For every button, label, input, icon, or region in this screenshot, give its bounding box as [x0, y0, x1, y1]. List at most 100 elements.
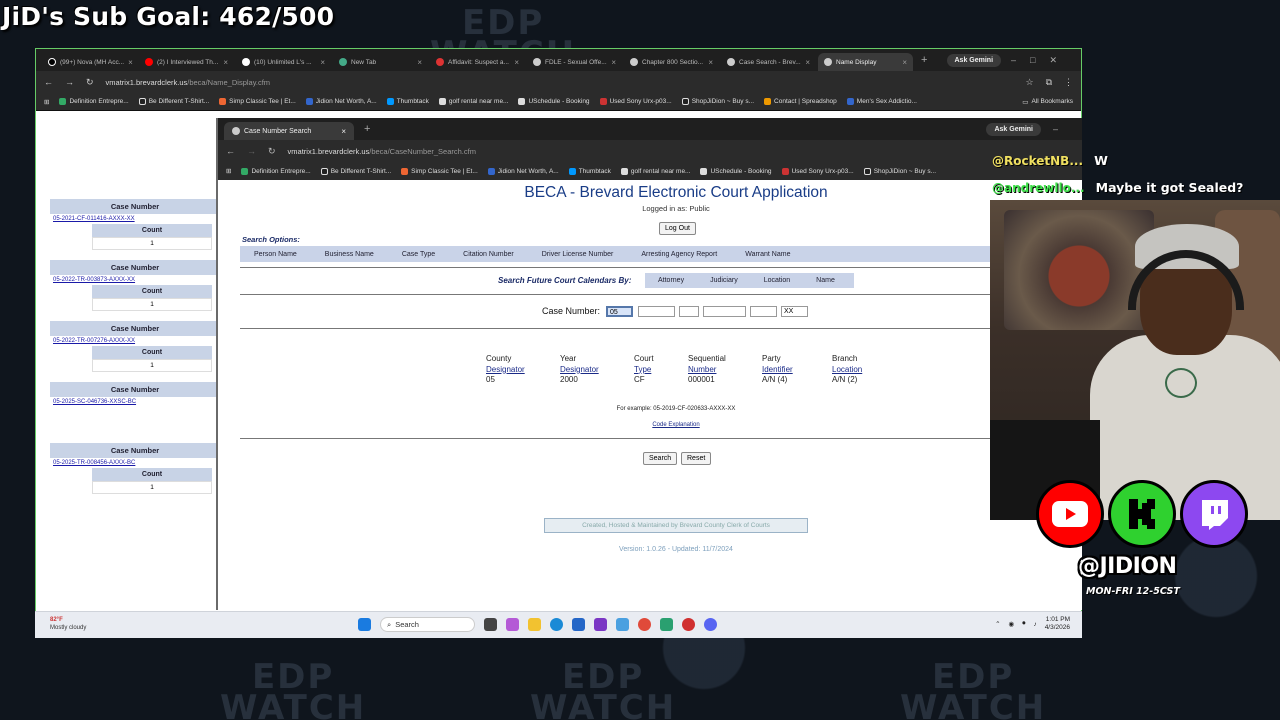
tab[interactable]: Chapter 800 Sectio... × [624, 53, 719, 71]
future-option-attorney[interactable]: Attorney [645, 277, 697, 284]
option-business-name[interactable]: Business Name [311, 251, 388, 258]
sequence-input[interactable] [703, 306, 746, 317]
windows-start-icon[interactable] [358, 618, 371, 631]
search-button[interactable]: Search [643, 452, 678, 465]
option-person-name[interactable]: Person Name [240, 251, 311, 258]
clock[interactable]: 1:01 PM 4/3/2026 [1045, 616, 1070, 632]
edge-icon[interactable] [550, 618, 563, 631]
bookmark[interactable]: USchedule - Booking [518, 98, 590, 105]
app-icon[interactable] [616, 618, 629, 631]
apps-icon[interactable]: ⊞ [44, 98, 49, 106]
close-icon[interactable]: × [902, 58, 907, 67]
reload-icon[interactable]: ↻ [86, 77, 94, 88]
app-icon[interactable] [682, 618, 695, 631]
court-type-input[interactable] [679, 306, 699, 317]
close-icon[interactable]: × [417, 58, 422, 67]
close-icon[interactable]: × [805, 58, 810, 67]
case-link[interactable]: 05-2025-TR-008456-AXXX-BC [50, 458, 220, 468]
option-citation-number[interactable]: Citation Number [449, 251, 528, 258]
extensions-icon[interactable]: ⧉ [1046, 77, 1052, 88]
case-link[interactable]: 05-2021-CF-011416-AXXX-XX [50, 214, 220, 224]
tab[interactable]: (99+) Nova (MH Acc... × [42, 53, 137, 71]
star-icon[interactable]: ☆ [1025, 77, 1033, 88]
close-icon[interactable]: × [708, 58, 713, 67]
network-icon[interactable]: ◉ [1009, 620, 1015, 628]
year-input[interactable] [638, 306, 675, 317]
window-controls[interactable]: – [1053, 124, 1072, 134]
tab[interactable]: New Tab × [333, 53, 428, 71]
tab-active[interactable]: Name Display × [818, 53, 913, 71]
county-input[interactable]: 05 [606, 306, 633, 317]
url-field[interactable]: vmatrix1.brevardclerk.us/beca/Name_Displ… [106, 78, 1014, 87]
bookmark[interactable]: Contact | Spreadshop [764, 98, 837, 105]
bookmark[interactable]: Simp Classic Tee | Et... [401, 167, 478, 175]
copilot-icon[interactable] [506, 618, 519, 631]
task-view-icon[interactable] [484, 618, 497, 631]
new-tab-button[interactable]: + [921, 54, 927, 66]
close-icon[interactable]: × [320, 58, 325, 67]
url-field[interactable]: vmatrix1.brevardclerk.us/beca/CaseNumber… [288, 147, 1074, 156]
close-icon[interactable]: × [128, 58, 133, 67]
bookmark[interactable]: Definition Entrepre... [241, 167, 311, 175]
bookmark[interactable]: Used Sony Urx-p03... [781, 167, 854, 175]
future-option-location[interactable]: Location [751, 277, 803, 284]
mic-icon[interactable]: ⏺ [1022, 620, 1025, 628]
taskbar-search[interactable]: ⌕ Search [380, 617, 475, 632]
bookmark[interactable]: golf rental near me... [620, 167, 690, 175]
bookmark[interactable]: Be Different T-Shirt... [320, 167, 391, 175]
tab[interactable]: (2) I Interviewed Th... × [139, 53, 234, 71]
bookmark[interactable]: ShopJiDion ~ Buy s... [681, 98, 754, 105]
tab-active[interactable]: Case Number Search × [224, 122, 354, 140]
close-icon[interactable]: × [223, 58, 228, 67]
case-link[interactable]: 05-2022-TR-007276-AXXX-XX [50, 336, 220, 346]
bookmark[interactable]: Be Different T-Shirt... [138, 98, 209, 105]
bookmark[interactable]: Jidion Net Worth, A... [305, 98, 377, 105]
window-controls[interactable]: –□✕ [1011, 55, 1071, 66]
chrome-icon[interactable] [638, 618, 651, 631]
close-icon[interactable]: × [514, 58, 519, 67]
back-arrow-icon[interactable]: ← [44, 77, 53, 87]
tab[interactable]: Affidavit: Suspect a... × [430, 53, 525, 71]
forward-arrow-icon[interactable]: → [247, 146, 256, 156]
tab[interactable]: FDLE - Sexual Offe... × [527, 53, 622, 71]
close-icon[interactable]: × [341, 127, 346, 136]
menu-icon[interactable]: ⋮ [1064, 77, 1073, 88]
app-icon[interactable] [594, 618, 607, 631]
forward-arrow-icon[interactable]: → [65, 77, 74, 87]
apps-icon[interactable]: ⊞ [226, 167, 231, 175]
case-link[interactable]: 05-2022-TR-003873-AXXX-XX [50, 275, 220, 285]
bookmark[interactable]: USchedule - Booking [700, 167, 772, 175]
all-bookmarks[interactable]: ▭ All Bookmarks [1022, 98, 1073, 106]
discord-icon[interactable] [704, 618, 717, 631]
file-explorer-icon[interactable] [528, 618, 541, 631]
bookmark[interactable]: Simp Classic Tee | Et... [219, 98, 296, 105]
bookmark[interactable]: Men's Sex Addictio... [846, 98, 917, 105]
bookmark[interactable]: Definition Entrepre... [59, 98, 129, 105]
bookmark[interactable]: golf rental near me... [438, 98, 508, 105]
bookmark[interactable]: Thumbtack [386, 98, 429, 105]
ask-gemini-button[interactable]: Ask Gemini [946, 53, 1002, 67]
option-case-type[interactable]: Case Type [388, 251, 449, 258]
branch-input[interactable]: XX [781, 306, 808, 317]
tab[interactable]: (10) Unlimited L's ... × [236, 53, 331, 71]
future-option-name[interactable]: Name [803, 277, 848, 284]
party-input[interactable] [750, 306, 777, 317]
volume-icon[interactable]: ♪ [1033, 621, 1036, 628]
chevron-up-icon[interactable]: ⌃ [995, 620, 1000, 628]
tab[interactable]: Case Search - Brev... × [721, 53, 816, 71]
case-link[interactable]: 05-2025-SC-046736-XXSC-BC [50, 397, 220, 407]
new-tab-button[interactable]: + [364, 123, 370, 135]
bookmark[interactable]: Thumbtack [568, 167, 611, 175]
store-icon[interactable] [572, 618, 585, 631]
option-driver-license[interactable]: Driver License Number [528, 251, 628, 258]
future-option-judiciary[interactable]: Judiciary [697, 277, 751, 284]
logout-button[interactable]: Log Out [659, 222, 696, 235]
option-warrant-name[interactable]: Warrant Name [731, 251, 804, 258]
app-icon[interactable] [660, 618, 673, 631]
option-arresting-agency[interactable]: Arresting Agency Report [627, 251, 731, 258]
bookmark[interactable]: Jidion Net Worth, A... [487, 167, 559, 175]
bookmark[interactable]: Used Sony Urx-p03... [599, 98, 672, 105]
back-arrow-icon[interactable]: ← [226, 146, 235, 156]
ask-gemini-button[interactable]: Ask Gemini [986, 122, 1041, 136]
weather-widget[interactable]: 82°F Mostly cloudy [50, 616, 86, 632]
